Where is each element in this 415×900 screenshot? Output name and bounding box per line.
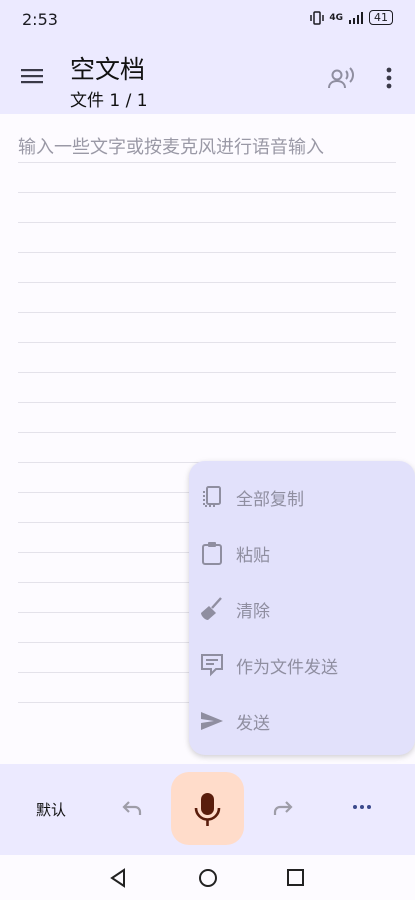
menu-item-label: 作为文件发送 <box>236 657 338 678</box>
ruled-line <box>18 192 396 193</box>
menu-item-send-as-file[interactable]: 作为文件发送 <box>189 639 415 691</box>
menu-item-send[interactable]: 发送 <box>189 695 415 747</box>
send-icon <box>201 712 223 730</box>
recent-apps-icon[interactable] <box>286 868 305 887</box>
menu-icon[interactable] <box>18 64 46 88</box>
speak-icon[interactable] <box>326 63 356 93</box>
document-title: 空文档 <box>70 55 146 84</box>
ruled-line <box>18 342 396 343</box>
send-as-file-icon <box>201 654 223 677</box>
redo-icon[interactable] <box>271 798 295 820</box>
broom-icon <box>201 597 222 620</box>
menu-item-label: 清除 <box>236 601 270 622</box>
ruled-line <box>18 252 396 253</box>
more-horiz-icon[interactable] <box>350 802 374 812</box>
paste-icon <box>202 542 222 565</box>
app-bar: 空文档 文件 1 / 1 <box>0 40 415 114</box>
home-icon[interactable] <box>197 867 219 889</box>
undo-icon[interactable] <box>120 798 144 820</box>
language-button[interactable]: 默认 <box>36 799 66 820</box>
vibrate-icon <box>310 10 325 25</box>
menu-item-label: 粘贴 <box>236 545 270 566</box>
status-bar: 2:53 4G 41 <box>0 0 415 40</box>
text-input[interactable] <box>18 132 398 162</box>
ruled-line <box>18 282 396 283</box>
ruled-line <box>18 222 396 223</box>
ruled-line <box>18 312 396 313</box>
mic-icon <box>194 793 221 826</box>
context-menu: 全部复制 粘贴 清除 作为文件发送 发送 <box>189 461 415 755</box>
signal-icon <box>349 11 363 24</box>
mic-button[interactable] <box>171 772 244 845</box>
back-icon[interactable] <box>108 867 128 889</box>
menu-item-copy-all[interactable]: 全部复制 <box>189 471 415 523</box>
status-time: 2:53 <box>22 10 58 29</box>
menu-item-paste[interactable]: 粘贴 <box>189 527 415 579</box>
copy-all-icon <box>203 486 221 507</box>
menu-item-clear[interactable]: 清除 <box>189 583 415 635</box>
file-counter: 文件 1 / 1 <box>70 91 148 111</box>
battery-icon: 41 <box>369 10 393 25</box>
ruled-line <box>18 162 396 163</box>
network-type: 4G <box>329 12 343 23</box>
ruled-line <box>18 372 396 373</box>
status-icons: 4G 41 <box>310 10 393 25</box>
more-vert-icon[interactable] <box>380 64 398 92</box>
ruled-line <box>18 432 396 433</box>
menu-item-label: 发送 <box>236 713 270 734</box>
menu-item-label: 全部复制 <box>236 489 304 510</box>
ruled-line <box>18 402 396 403</box>
system-nav-bar <box>0 855 415 900</box>
bottom-toolbar: 默认 <box>0 764 415 855</box>
